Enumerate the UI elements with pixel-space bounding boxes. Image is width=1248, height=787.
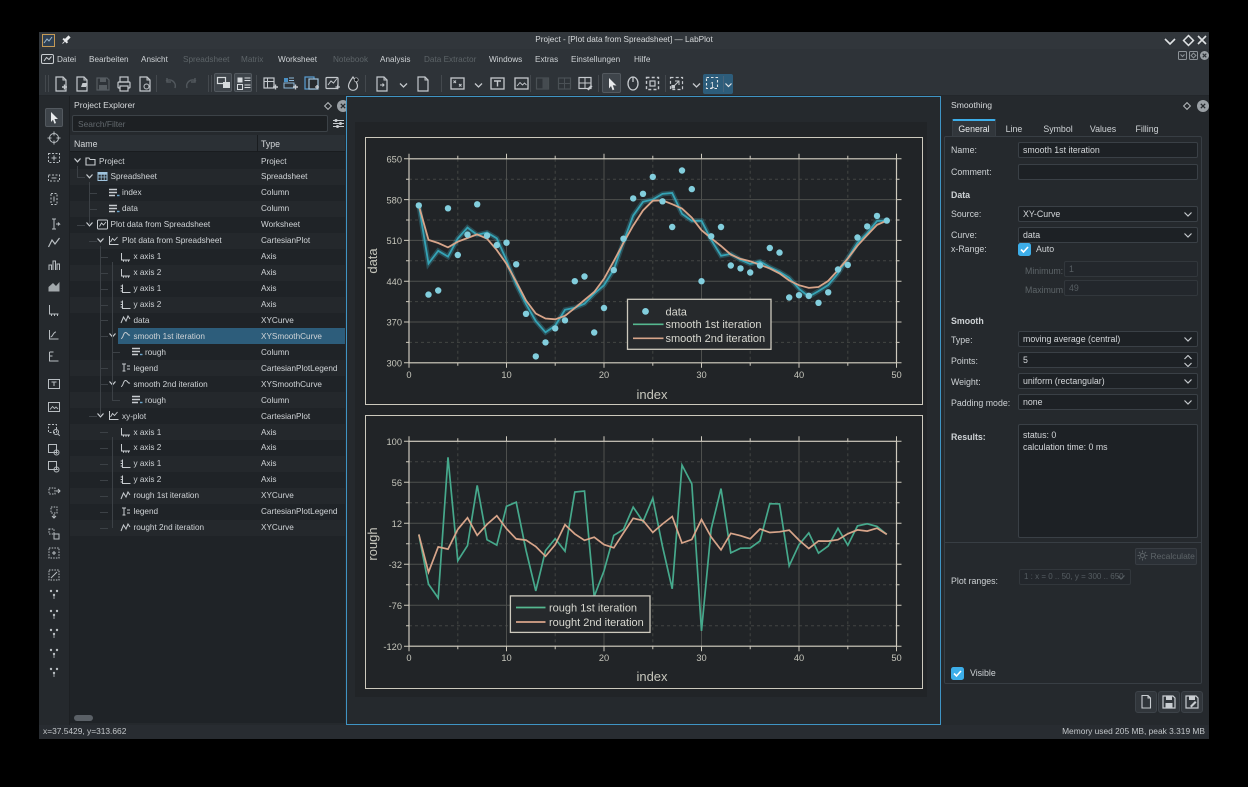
svg-text:data: data [666, 306, 688, 318]
svg-text:0: 0 [406, 370, 411, 380]
svg-text:40: 40 [794, 653, 804, 663]
svg-text:100: 100 [386, 437, 402, 447]
svg-text:-120: -120 [383, 642, 402, 652]
svg-text:650: 650 [386, 155, 402, 165]
svg-text:370: 370 [386, 318, 402, 328]
svg-text:1: 1 [710, 80, 715, 90]
svg-text:smooth 2nd iteration: smooth 2nd iteration [666, 333, 766, 345]
svg-text:20: 20 [599, 370, 609, 380]
svg-text:data: data [365, 248, 380, 274]
svg-text:440: 440 [386, 277, 402, 287]
svg-text:10: 10 [501, 370, 511, 380]
svg-text:rough 1st iteration: rough 1st iteration [549, 602, 637, 614]
svg-text:12: 12 [392, 519, 402, 529]
svg-text:rought 2nd iteration: rought 2nd iteration [549, 617, 644, 629]
svg-text:rough: rough [365, 527, 380, 560]
svg-text:index: index [636, 387, 668, 402]
svg-text:0: 0 [406, 653, 411, 663]
svg-text:10: 10 [501, 653, 511, 663]
svg-text:300: 300 [386, 359, 402, 369]
svg-text:30: 30 [696, 653, 706, 663]
svg-text:580: 580 [386, 195, 402, 205]
svg-text:40: 40 [794, 370, 804, 380]
svg-text:-76: -76 [389, 601, 402, 611]
svg-text:50: 50 [891, 370, 901, 380]
svg-text:50: 50 [891, 653, 901, 663]
svg-text:smooth 1st iteration: smooth 1st iteration [666, 319, 762, 331]
svg-text:-32: -32 [389, 560, 402, 570]
svg-text:index: index [636, 669, 668, 684]
svg-text:20: 20 [599, 653, 609, 663]
svg-text:30: 30 [696, 370, 706, 380]
svg-text:56: 56 [392, 478, 402, 488]
svg-text:510: 510 [386, 236, 402, 246]
